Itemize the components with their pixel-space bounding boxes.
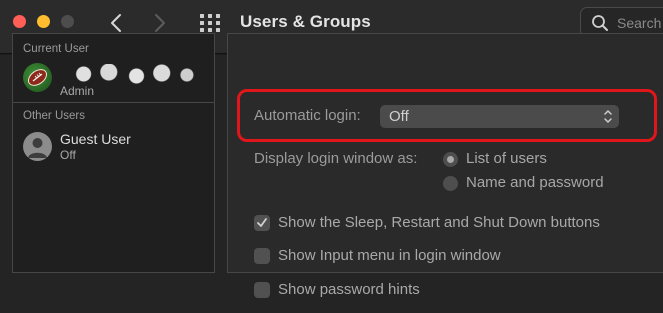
display-login-label: Display login window as: — [254, 150, 418, 167]
close-window-button[interactable] — [13, 15, 26, 28]
checkmark-icon — [257, 218, 267, 227]
automatic-login-popup[interactable]: Off — [380, 105, 619, 128]
show-all-button[interactable] — [198, 12, 222, 34]
checkbox-show-sleep-restart-label: Show the Sleep, Restart and Shut Down bu… — [278, 214, 600, 231]
chevron-left-icon — [111, 14, 121, 32]
guest-user-name: Guest User — [60, 131, 131, 147]
search-placeholder: Search — [617, 15, 662, 31]
avatar — [23, 132, 52, 161]
radio-name-and-password-label: Name and password — [466, 174, 604, 191]
grid-icon — [200, 14, 220, 32]
minimize-window-button[interactable] — [37, 15, 50, 28]
zoom-window-button[interactable] — [61, 15, 74, 28]
automatic-login-label: Automatic login: — [254, 107, 361, 124]
checkbox-show-password-hints[interactable] — [254, 282, 270, 298]
divider — [13, 102, 214, 103]
avatar — [23, 63, 52, 92]
users-list: Current User Admin Other Users Guest Use… — [12, 33, 215, 273]
current-user-header: Current User — [23, 43, 89, 55]
person-icon — [28, 138, 47, 158]
checkbox-show-password-hints-label: Show password hints — [278, 281, 420, 298]
window-title: Users & Groups — [240, 12, 371, 31]
chevron-right-icon — [155, 14, 165, 32]
guest-user-status: Off — [60, 148, 76, 162]
checkbox-show-input-menu-label: Show Input menu in login window — [278, 247, 501, 264]
redacted-user-name — [71, 64, 197, 84]
current-user-role: Admin — [60, 84, 95, 98]
radio-name-and-password[interactable] — [443, 176, 458, 191]
radio-list-of-users-label: List of users — [466, 150, 547, 167]
guest-user-row[interactable]: Guest User Off — [13, 127, 214, 167]
football-icon — [27, 69, 48, 86]
other-users-header: Other Users — [23, 110, 85, 122]
checkbox-show-sleep-restart[interactable] — [254, 215, 270, 231]
checkbox-show-input-menu[interactable] — [254, 248, 270, 264]
up-down-chevron-icon — [604, 110, 612, 123]
current-user-row[interactable]: Admin — [13, 58, 214, 98]
radio-list-of-users[interactable] — [443, 152, 458, 167]
search-icon — [592, 15, 608, 31]
automatic-login-value: Off — [389, 108, 409, 125]
